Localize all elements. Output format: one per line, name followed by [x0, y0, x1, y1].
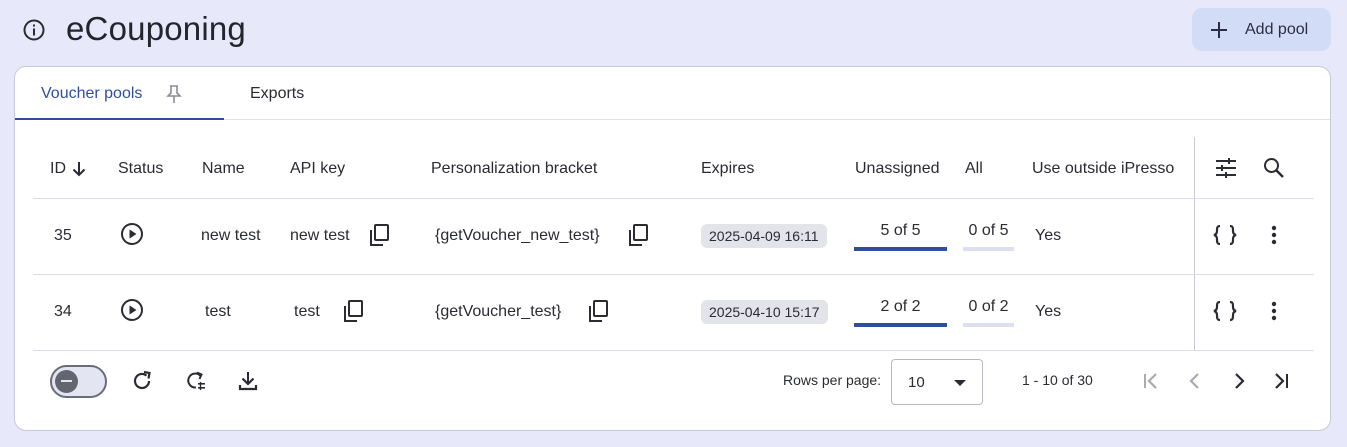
- all-progress: 0 of 2: [963, 298, 1014, 327]
- toggle-knob: [55, 370, 78, 393]
- row-id: 34: [54, 303, 72, 320]
- all-progress: 0 of 5: [963, 222, 1014, 251]
- active-tab-indicator: [15, 118, 224, 120]
- column-header-id-label: ID: [50, 160, 66, 177]
- play-circle-icon[interactable]: [120, 222, 144, 246]
- auto-refresh-icon[interactable]: [184, 370, 206, 392]
- expires-badge: 2025-04-09 16:11: [701, 224, 827, 248]
- column-divider: [1194, 137, 1195, 350]
- row-use-outside: Yes: [1035, 227, 1062, 244]
- column-settings-icon[interactable]: [1215, 157, 1237, 179]
- row-name: test: [205, 303, 231, 320]
- pagination-range: 1 - 10 of 30: [1022, 372, 1093, 388]
- arrow-down-icon[interactable]: [72, 161, 86, 177]
- row-bracket: {getVoucher_new_test}: [435, 227, 600, 244]
- voucher-pools-card: Voucher pools Exports ID Status Name API…: [14, 66, 1331, 431]
- progress-fill: [854, 247, 947, 251]
- tab-voucher-pools-label: Voucher pools: [41, 84, 143, 102]
- unassigned-progress: 5 of 5: [854, 222, 947, 251]
- copy-icon[interactable]: [628, 224, 648, 246]
- play-circle-icon[interactable]: [120, 298, 144, 322]
- column-header-all[interactable]: All: [965, 160, 983, 178]
- all-value: 0 of 2: [968, 298, 1009, 315]
- copy-icon[interactable]: [343, 300, 363, 322]
- row-bracket: {getVoucher_test}: [435, 303, 562, 320]
- column-header-unassigned[interactable]: Unassigned: [855, 160, 940, 178]
- progress-fill: [854, 323, 947, 327]
- column-header-expires[interactable]: Expires: [701, 160, 754, 178]
- all-value: 0 of 5: [968, 222, 1009, 239]
- row-use-outside: Yes: [1035, 303, 1062, 320]
- row-api-key: test: [294, 303, 320, 320]
- rows-per-page-label: Rows per page:: [783, 372, 882, 388]
- download-icon[interactable]: [237, 370, 259, 392]
- pin-icon[interactable]: [166, 84, 183, 104]
- unassigned-value: 5 of 5: [880, 222, 921, 239]
- row-expires: 2025-04-10 15:17: [701, 300, 828, 324]
- code-braces-icon[interactable]: [1213, 301, 1237, 321]
- refresh-icon[interactable]: [131, 370, 153, 392]
- last-page-icon[interactable]: [1271, 370, 1293, 392]
- progress-track: [963, 323, 1014, 327]
- rows-per-page-select[interactable]: 10: [891, 359, 983, 405]
- row-expires: 2025-04-09 16:11: [701, 224, 827, 248]
- column-header-name[interactable]: Name: [202, 160, 245, 178]
- plus-icon: [1210, 21, 1228, 39]
- dropdown-caret-icon: [954, 380, 966, 386]
- tab-voucher-pools[interactable]: Voucher pools: [41, 67, 183, 120]
- progress-track: [963, 247, 1014, 251]
- tab-exports[interactable]: Exports: [250, 67, 304, 120]
- row-divider: [33, 274, 1314, 275]
- column-header-personalization-bracket[interactable]: Personalization bracket: [431, 160, 597, 178]
- copy-icon[interactable]: [588, 300, 608, 322]
- first-page-icon[interactable]: [1140, 370, 1162, 392]
- add-pool-button[interactable]: Add pool: [1192, 8, 1331, 51]
- more-vert-icon[interactable]: [1271, 225, 1277, 245]
- next-page-icon[interactable]: [1228, 370, 1250, 392]
- column-header-api-key[interactable]: API key: [290, 160, 345, 178]
- rows-per-page-value: 10: [908, 373, 925, 391]
- row-api-key: new test: [290, 227, 350, 244]
- table-bottom-divider: [33, 350, 1314, 351]
- tab-exports-label: Exports: [250, 84, 305, 102]
- info-icon[interactable]: [22, 18, 46, 42]
- unassigned-progress: 2 of 2: [854, 298, 947, 327]
- row-name: new test: [201, 227, 261, 244]
- more-vert-icon[interactable]: [1271, 301, 1277, 321]
- column-header-id[interactable]: ID: [50, 160, 86, 178]
- code-braces-icon[interactable]: [1213, 225, 1237, 245]
- column-header-use-outside[interactable]: Use outside iPresso: [1032, 160, 1174, 178]
- add-pool-label: Add pool: [1245, 20, 1309, 38]
- tab-bar: Voucher pools Exports: [15, 67, 1330, 120]
- column-header-status[interactable]: Status: [118, 160, 163, 178]
- expires-badge: 2025-04-10 15:17: [701, 300, 828, 324]
- toggle-switch[interactable]: [50, 365, 107, 398]
- row-id: 35: [54, 227, 72, 244]
- header-divider: [33, 198, 1314, 199]
- copy-icon[interactable]: [369, 224, 389, 246]
- page-title: eCouponing: [66, 10, 246, 47]
- search-icon[interactable]: [1263, 157, 1285, 179]
- unassigned-value: 2 of 2: [880, 298, 921, 315]
- previous-page-icon[interactable]: [1184, 370, 1206, 392]
